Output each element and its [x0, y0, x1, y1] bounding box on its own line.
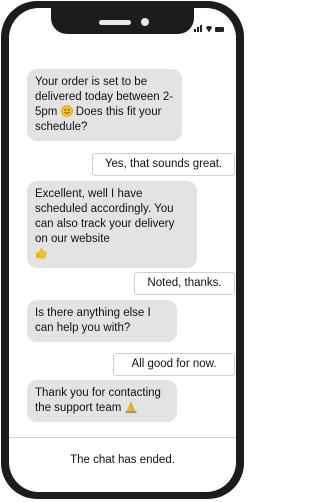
notch	[51, 8, 194, 34]
agent-message: Thank you for contacting the support tea…	[27, 380, 177, 422]
agent-message: Your order is set to be delivered today …	[27, 69, 182, 141]
phone-screen: Your order is set to be delivered today …	[9, 8, 236, 492]
wifi-icon	[205, 26, 212, 32]
message-text: Thank you for contacting the support tea…	[35, 387, 161, 414]
camera-icon	[141, 18, 149, 26]
signal-icon	[194, 25, 202, 32]
agent-message: Is there anything else I can help you wi…	[27, 300, 177, 342]
divider	[9, 437, 236, 438]
battery-icon	[215, 27, 224, 32]
message-text: Yes, that sounds great.	[104, 158, 223, 170]
user-message: Yes, that sounds great.	[92, 153, 235, 176]
user-message: All good for now.	[113, 353, 235, 376]
message-text: All good for now.	[131, 358, 217, 370]
chat-ended-text: The chat has ended.	[70, 454, 175, 466]
status-bar	[194, 22, 224, 32]
user-message: Noted, thanks.	[134, 272, 235, 295]
message-text: Is there anything else I can help you wi…	[35, 307, 151, 334]
agent-message: Excellent, well I have scheduled accordi…	[27, 181, 197, 268]
message-text: Excellent, well I have scheduled accordi…	[35, 188, 175, 245]
thumbs-up-icon	[36, 247, 47, 259]
smiling-face-icon	[60, 105, 73, 117]
folded-hands-icon	[125, 401, 137, 413]
speaker-icon	[99, 20, 131, 25]
phone-frame: Your order is set to be delivered today …	[1, 1, 244, 499]
message-text: Noted, thanks.	[147, 277, 222, 289]
